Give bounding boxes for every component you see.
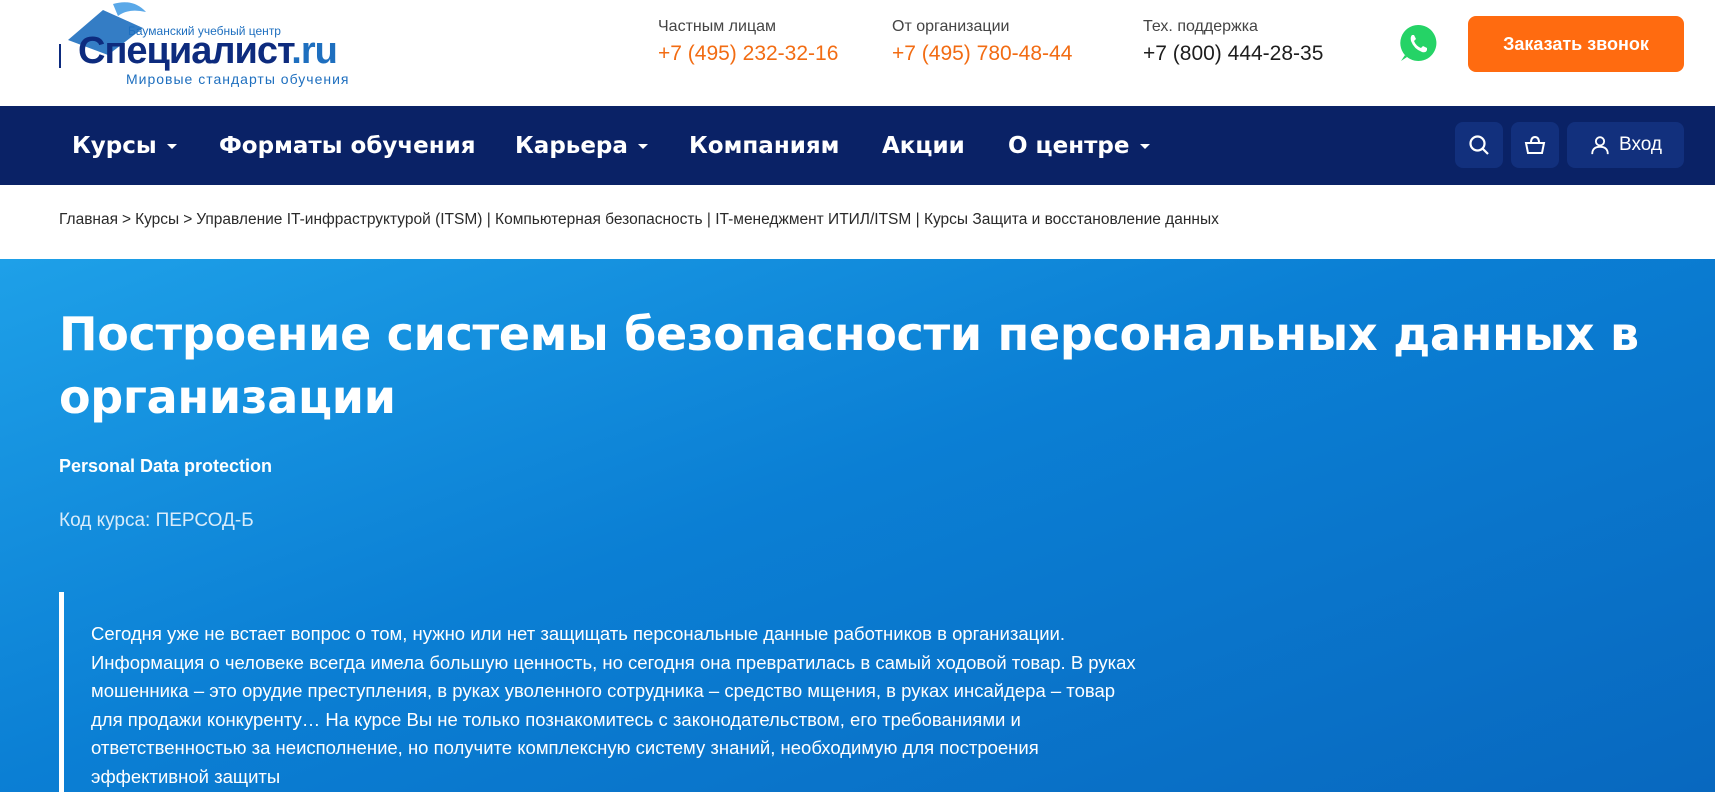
breadcrumb-separator: > <box>122 211 132 228</box>
logo-brand-main: Специалист <box>78 30 292 72</box>
search-icon <box>1469 135 1489 155</box>
course-description: Сегодня уже не встает вопрос о том, нужн… <box>59 592 1139 792</box>
breadcrumb-courses[interactable]: Курсы <box>135 211 179 228</box>
course-title: Построение системы безопасности персонал… <box>59 307 1639 424</box>
chevron-down-icon <box>166 144 177 149</box>
course-hero: Построение системы безопасности персонал… <box>0 259 1715 792</box>
nav-item-career[interactable]: Карьера <box>515 106 648 185</box>
nav-item-promotions[interactable]: Акции <box>882 106 965 185</box>
contact-support: Тех. поддержка +7 (800) 444-28-35 <box>1143 18 1323 66</box>
breadcrumb-trail[interactable]: Управление IT-инфраструктурой (ITSM) | К… <box>196 211 1219 228</box>
nav-item-label: О центре <box>1008 132 1130 159</box>
breadcrumb-home[interactable]: Главная <box>59 211 118 228</box>
nav-item-label: Карьера <box>515 132 628 159</box>
chevron-down-icon <box>1139 144 1150 149</box>
search-button[interactable] <box>1455 122 1503 168</box>
login-button[interactable]: Вход <box>1567 122 1684 168</box>
nav-item-label: Акции <box>882 132 965 159</box>
cart-button[interactable] <box>1511 122 1559 168</box>
nav-item-formats[interactable]: Форматы обучения <box>219 106 476 185</box>
contact-label: Тех. поддержка <box>1143 18 1258 35</box>
nav-item-label: Компаниям <box>689 132 840 159</box>
breadcrumb: Главная > Курсы > Управление IT-инфраструкту… <box>59 211 1219 229</box>
chevron-down-icon <box>637 144 648 149</box>
contact-phone[interactable]: +7 (800) 444-28-35 <box>1143 42 1323 66</box>
nav-item-label: Курсы <box>72 132 157 159</box>
contact-phone[interactable]: +7 (495) 232-32-16 <box>658 42 838 66</box>
logo-brand: Специалист.ru <box>78 30 338 73</box>
course-description-text: Сегодня уже не встает вопрос о том, нужн… <box>91 623 1136 787</box>
whatsapp-icon[interactable] <box>1398 23 1438 63</box>
contact-organization: От организации +7 (495) 780-48-44 <box>892 18 1072 66</box>
contact-label: От организации <box>892 18 1010 35</box>
contact-private: Частным лицам +7 (495) 232-32-16 <box>658 18 838 66</box>
logo-brand-tld: .ru <box>291 30 338 72</box>
basket-icon <box>1524 135 1546 154</box>
login-label: Вход <box>1619 134 1662 155</box>
user-icon <box>1591 136 1609 155</box>
logo-slogan: Мировые стандарты обучения <box>126 71 350 87</box>
site-header: Бауманский учебный центр Специалист.ru М… <box>0 0 1715 106</box>
callback-button[interactable]: Заказать звонок <box>1468 16 1684 72</box>
nav-item-courses[interactable]: Курсы <box>72 106 177 185</box>
main-nav: Курсы Форматы обучения Карьера Компаниям… <box>0 106 1715 185</box>
site-logo[interactable]: Бауманский учебный центр Специалист.ru М… <box>58 0 403 92</box>
breadcrumb-separator: > <box>183 211 193 228</box>
nav-item-companies[interactable]: Компаниям <box>689 106 839 185</box>
course-code: Код курса: ПЕРСОД-Б <box>59 510 254 531</box>
course-title-en: Personal Data protection <box>59 456 273 476</box>
contact-phone[interactable]: +7 (495) 780-48-44 <box>892 42 1072 66</box>
nav-item-label: Форматы обучения <box>219 132 476 159</box>
nav-item-about[interactable]: О центре <box>1008 106 1150 185</box>
contact-label: Частным лицам <box>658 18 777 35</box>
